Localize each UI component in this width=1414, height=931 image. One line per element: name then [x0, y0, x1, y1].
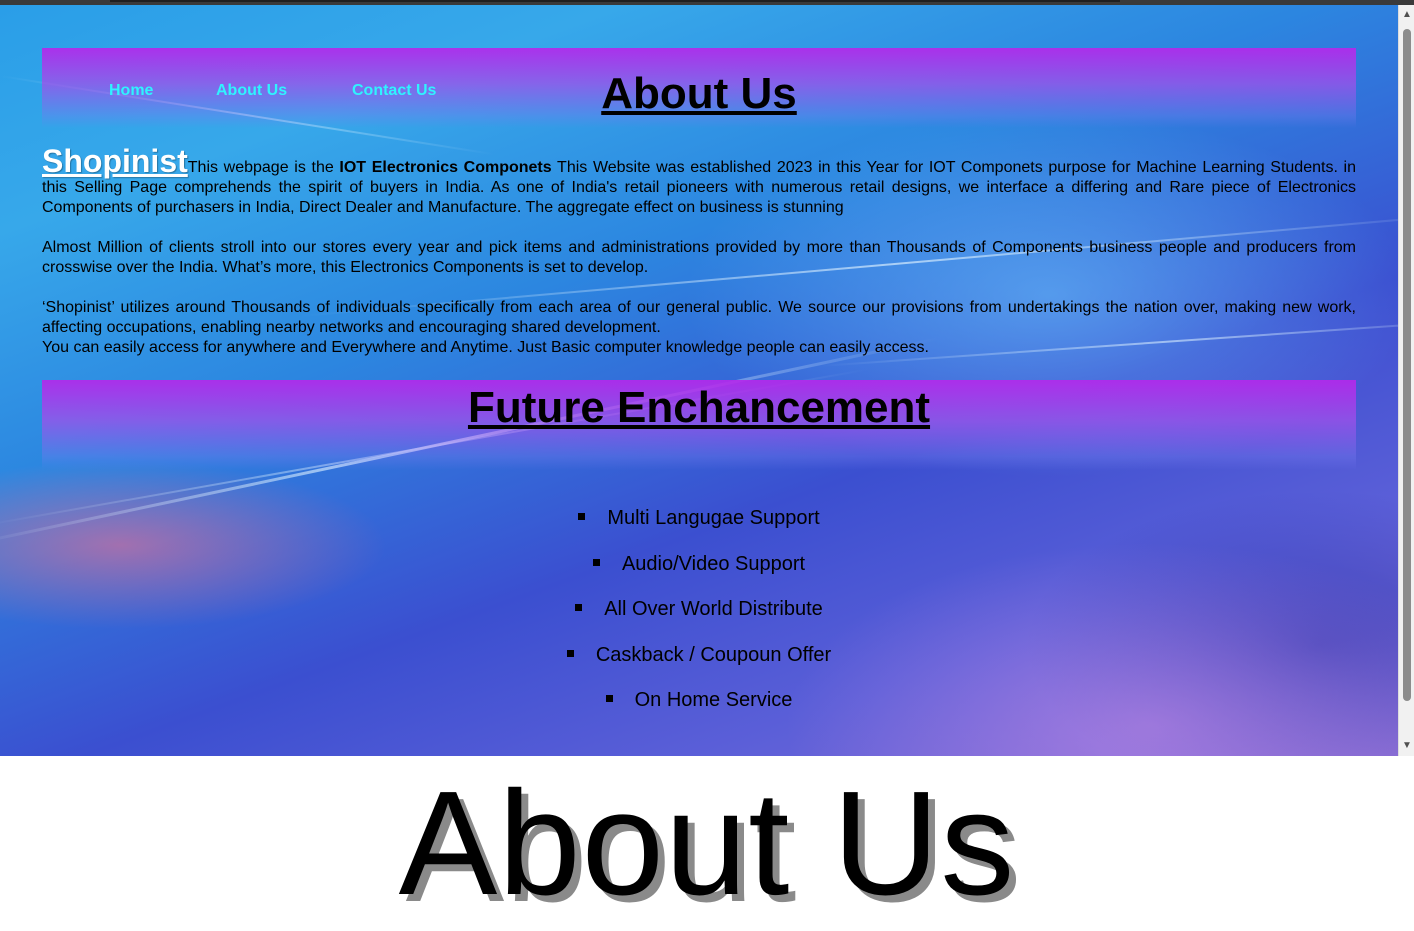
scrollbar-thumb[interactable]: [1403, 29, 1411, 701]
page-title: About Us: [601, 69, 797, 118]
list-item: Multi Langugae Support: [0, 505, 1398, 551]
list-item-label: On Home Service: [634, 689, 793, 711]
vertical-scrollbar[interactable]: ▲ ▼: [1398, 5, 1414, 756]
list-item: On Home Service: [0, 687, 1398, 733]
list-item: Audio/Video Support: [0, 551, 1398, 597]
future-list: Multi Langugae Support Audio/Video Suppo…: [0, 505, 1398, 733]
list-item-label: Audio/Video Support: [621, 552, 806, 575]
square-bullet-icon: [575, 604, 583, 612]
square-bullet-icon: [605, 695, 613, 703]
about-paragraph-3: ‘Shopinist’ utilizes around Thousands of…: [42, 299, 1356, 336]
about-p1-strong: IOT Electronics Componets: [339, 159, 552, 176]
scroll-up-arrow-icon[interactable]: ▲: [1399, 7, 1414, 23]
future-title: Future Enchancement: [467, 383, 931, 432]
list-item: Caskback / Coupoun Offer: [0, 642, 1398, 688]
about-paragraph-1: ShopinistThis webpage is the IOT Electro…: [42, 145, 1356, 218]
list-item-label: Caskback / Coupoun Offer: [595, 643, 832, 666]
large-about-title: About Us: [398, 761, 1016, 926]
scroll-down-arrow-icon[interactable]: ▼: [1399, 738, 1414, 754]
list-item: All Over World Distribute: [0, 596, 1398, 642]
square-bullet-icon: [578, 513, 586, 521]
square-bullet-icon: [566, 649, 574, 657]
square-bullet-icon: [592, 558, 600, 566]
about-paragraph-4: You can easily access for anywhere and E…: [42, 339, 929, 356]
about-paragraph-2: Almost Million of clients stroll into ou…: [42, 239, 1356, 276]
about-p1-intro: This webpage is the: [187, 159, 340, 176]
brand-name: Shopinist: [42, 143, 188, 179]
below-fold-section: About Us: [0, 756, 1414, 931]
about-content: ShopinistThis webpage is the IOT Electro…: [42, 145, 1356, 358]
list-item-label: Multi Langugae Support: [607, 507, 820, 529]
list-item-label: All Over World Distribute: [604, 598, 823, 620]
page-viewport: Home About Us Contact Us About Us Shopin…: [0, 5, 1398, 756]
